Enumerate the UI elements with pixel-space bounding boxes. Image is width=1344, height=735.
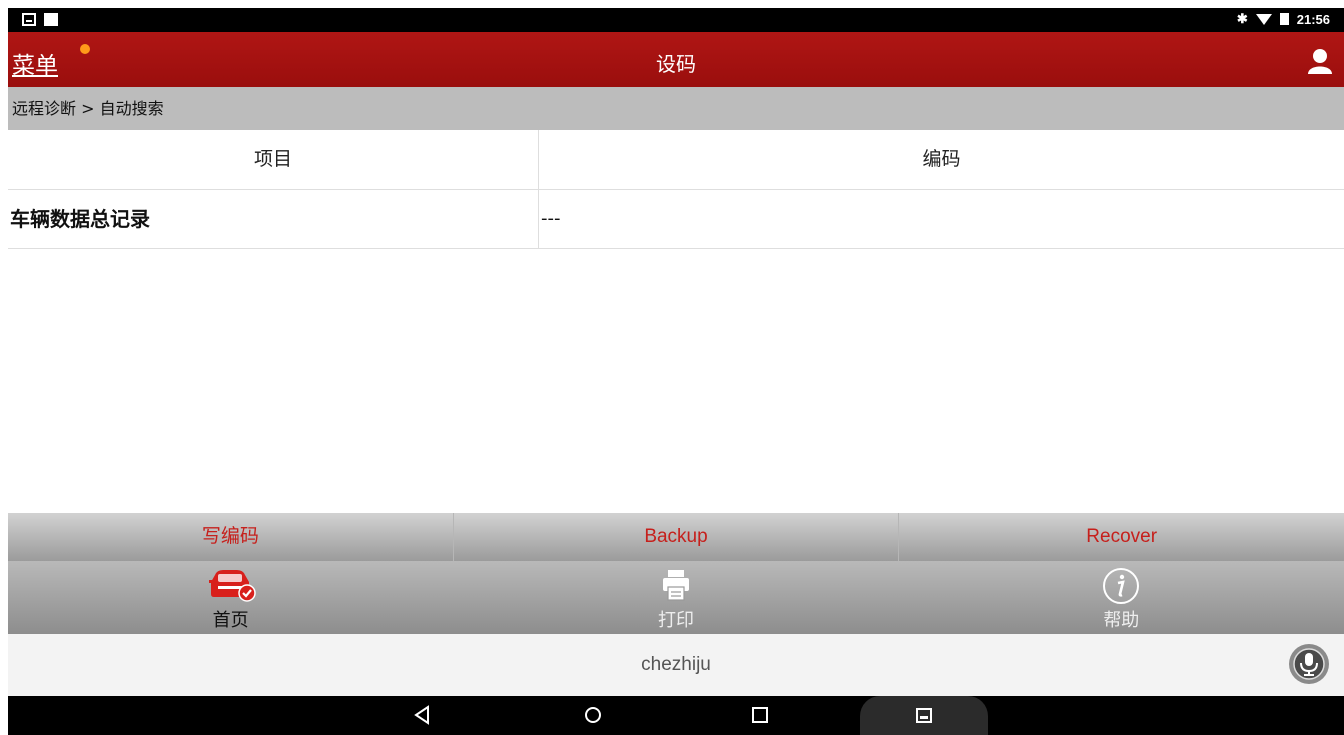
column-header-code: 编码 [922, 148, 961, 170]
battery-icon [1279, 13, 1289, 25]
screenshot-button[interactable] [860, 696, 988, 735]
screenshot-notification-icon [22, 13, 36, 26]
nav-home-label: 首页 [212, 610, 249, 631]
bluetooth-icon: ✱ [1236, 11, 1248, 26]
backup-button[interactable]: Backup [454, 513, 900, 561]
status-notification-icons [22, 13, 58, 26]
status-right: ✱ 21:56 [1237, 11, 1330, 27]
table-cell-code: --- [541, 208, 561, 229]
back-icon[interactable] [413, 704, 433, 726]
nav-home[interactable]: 首页 [8, 561, 453, 634]
notification-square-icon [44, 13, 58, 26]
function-button-bar: 写编码 Backup Recover [8, 513, 1344, 561]
breadcrumb: 远程诊断 > 自动搜索 [8, 87, 1344, 130]
write-code-button[interactable]: 写编码 [8, 513, 454, 561]
table-row[interactable]: 车辆数据总记录 --- [8, 190, 1344, 249]
nav-print-label: 打印 [657, 610, 694, 631]
info-icon [1103, 568, 1140, 604]
footer-brand-text: chezhiju [641, 654, 711, 675]
table-header-row: 项目 编码 [8, 130, 1344, 190]
app-header: 菜单 设码 [8, 32, 1344, 87]
wifi-icon [1255, 13, 1272, 25]
recents-icon[interactable] [749, 704, 771, 726]
status-time: 21:56 [1296, 11, 1330, 27]
status-bar: ✱ 21:56 [8, 8, 1344, 32]
nav-help[interactable]: 帮助 [899, 561, 1344, 634]
page-title: 设码 [656, 52, 696, 76]
coding-table: 项目 编码 车辆数据总记录 --- [8, 130, 1344, 249]
recover-button[interactable]: Recover [899, 513, 1344, 561]
column-header-item: 项目 [8, 130, 539, 189]
android-nav-bar [8, 696, 1344, 735]
car-icon [208, 570, 256, 602]
bottom-nav-bar: 首页 打印 帮助 [8, 561, 1344, 634]
home-icon[interactable] [582, 704, 604, 726]
top-clip-strip [0, 0, 1344, 8]
nav-help-label: 帮助 [1103, 610, 1140, 631]
table-cell-item: 车辆数据总记录 [8, 190, 539, 248]
microphone-icon[interactable] [1288, 643, 1330, 685]
user-icon[interactable] [1306, 47, 1334, 75]
footer-bar: chezhiju [8, 634, 1344, 696]
printer-icon [662, 570, 689, 601]
nav-print[interactable]: 打印 [453, 561, 898, 634]
screenshot-icon [916, 708, 932, 723]
